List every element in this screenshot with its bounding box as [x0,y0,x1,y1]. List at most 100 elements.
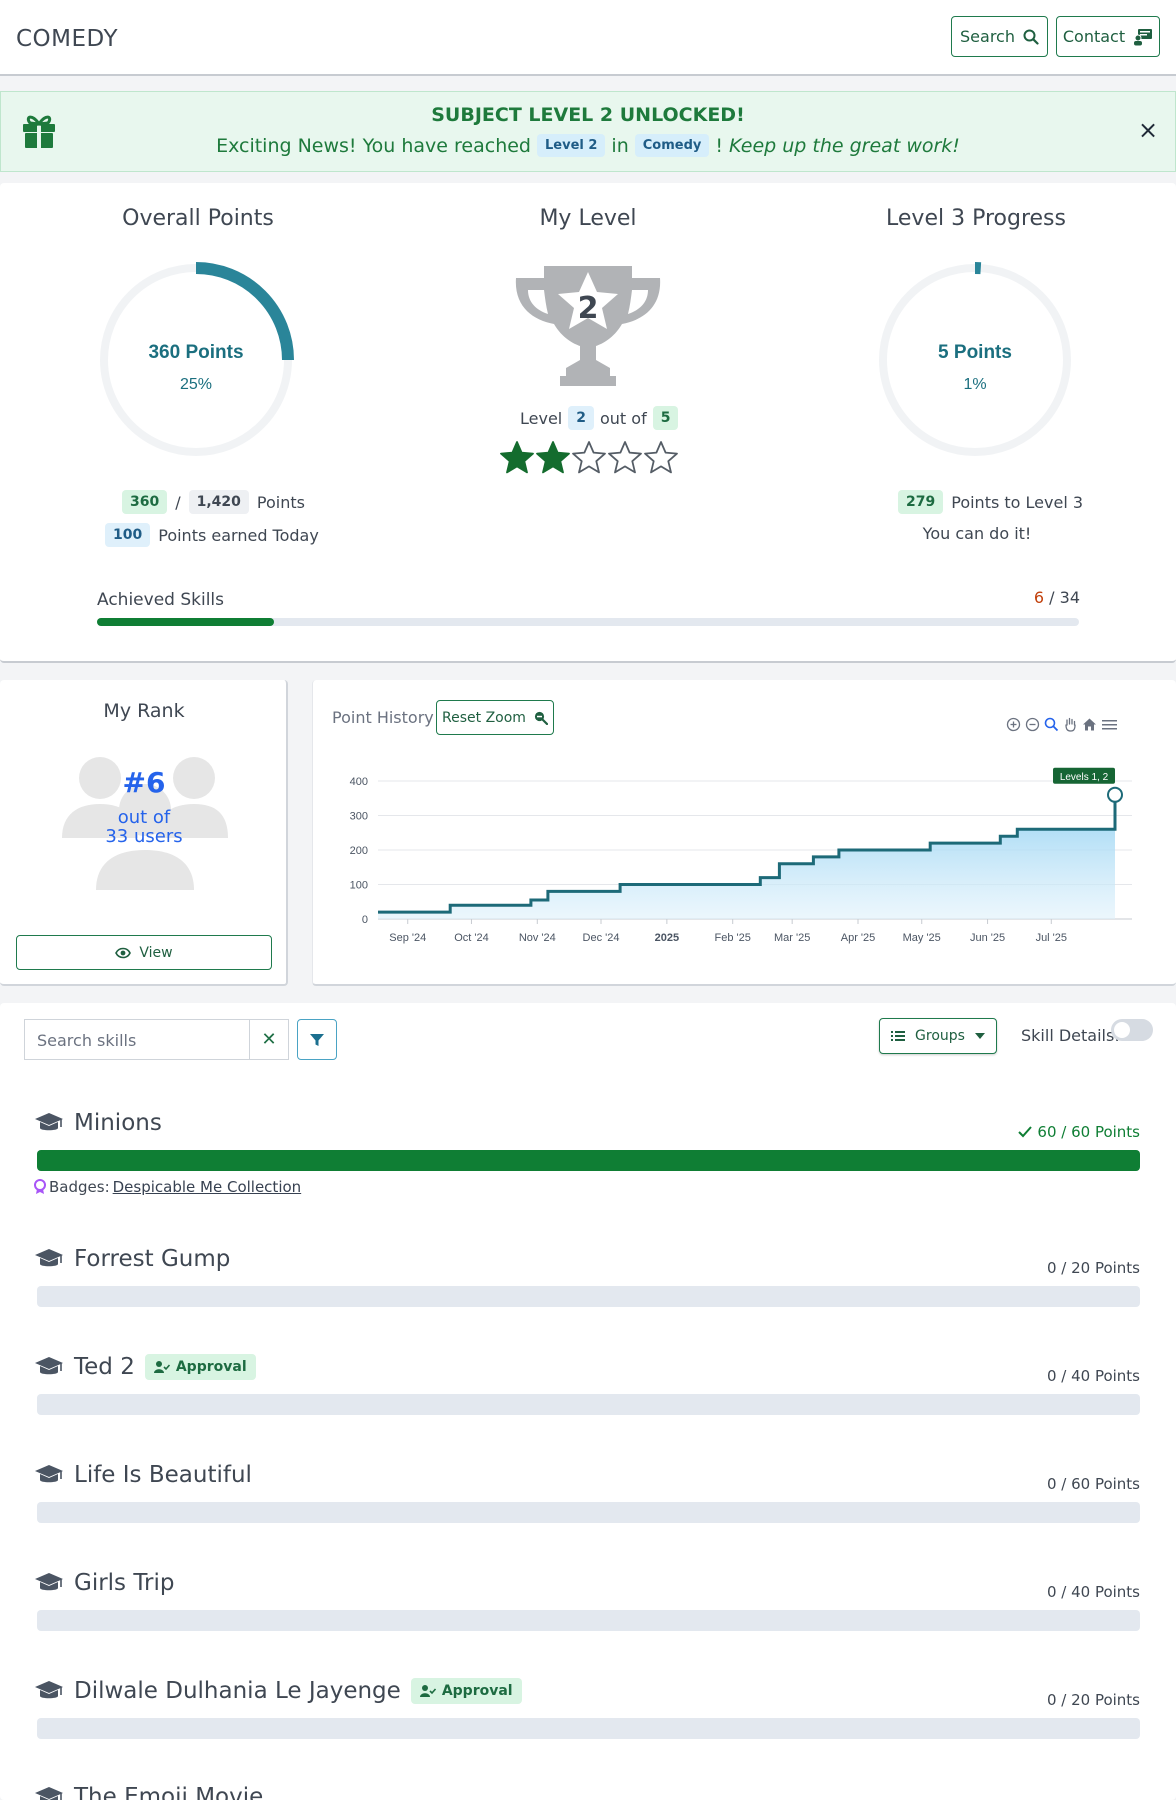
rank-out-of: out of 33 users [0,808,288,846]
graduation-cap-icon [34,1786,64,1800]
skill-details-toggle[interactable] [1111,1019,1153,1041]
achieved-skills-bar-fill [97,618,274,626]
skill-points-text: 0 / 60 Points [1046,1475,1140,1493]
skill-progress-bar [37,1394,1140,1415]
next-level-title: Level 3 Progress [886,206,1066,231]
point-history-chart[interactable]: 0 100 200 300 400 Sep '24 Oct '24 Nov '24 Dec '2… [330,755,1150,955]
x-tick-label: Oct '24 [454,932,489,944]
search-skills-input[interactable]: Search skills [24,1019,249,1060]
skill-points: 0 / 60 Points [1047,1475,1140,1493]
skill-name: Girls Trip [74,1570,175,1596]
max-level-badge: 5 [652,406,679,430]
x-tick-label: Feb '25 [715,932,751,944]
alert-title: SUBJECT LEVEL 2 UNLOCKED! [431,104,745,126]
overall-points-label: 360 Points 25% [98,342,294,394]
search-icon [1023,29,1039,45]
x-tick-label: Jun '25 [970,932,1005,944]
groups-label: Groups [915,1028,965,1044]
skill-title[interactable]: Girls Trip [34,1570,174,1596]
skill-progress-bar [37,1610,1140,1631]
badge-link[interactable]: Despicable Me Collection [113,1178,302,1196]
my-level-title: My Level [539,206,637,231]
skill-title[interactable]: Minions [34,1110,162,1136]
current-level-badge: 2 [568,406,594,430]
skill-title[interactable]: The Emoji Movie [34,1784,263,1800]
pan-hand-icon[interactable] [1063,717,1078,732]
graduation-cap-icon [34,1112,64,1134]
search-button[interactable]: Search [951,16,1048,57]
reset-zoom-button[interactable]: Reset Zoom [436,700,554,735]
contact-button-label: Contact [1062,27,1126,46]
graduation-cap-icon [34,1680,64,1702]
y-tick-label: 200 [350,845,368,857]
latest-point-marker[interactable] [1107,786,1124,803]
x-tick-label: Apr '25 [841,932,876,944]
reset-home-icon[interactable] [1082,717,1097,732]
skill-name: Minions [74,1110,162,1136]
star-empty-icon [643,440,679,474]
skill-points: 0 / 40 Points [1047,1367,1140,1385]
overall-points-totals: 360 / 1,420 Points [122,490,305,514]
remaining-points-label: Points to Level 3 [951,492,1084,512]
skill-points: 0 / 20 Points [1047,1691,1140,1709]
zoom-out-icon [534,711,548,725]
y-tick-label: 400 [350,776,368,788]
y-tick-label: 100 [350,880,368,892]
skill-name: Dilwale Dulhania Le Jayenge [74,1678,401,1704]
search-button-label: Search [960,27,1015,46]
rank-users-count: 33 [105,826,129,847]
point-history-title: Point History [332,708,434,727]
level-number-on-trophy: 2 [577,291,599,326]
filter-button[interactable] [297,1019,337,1060]
list-icon [891,1030,906,1042]
alert-close-button[interactable]: × [1138,118,1158,142]
skill-title[interactable]: Forrest Gump [34,1246,230,1272]
clear-search-button[interactable]: ✕ [249,1019,289,1060]
view-rank-button[interactable]: View [16,935,272,970]
star-empty-icon [607,440,643,474]
skill-points-text: 0 / 40 Points [1046,1367,1140,1385]
today-points-badge: 100 [105,523,151,547]
star-filled-icon [499,440,535,474]
skill-points: 0 / 40 Points [1047,1583,1140,1601]
view-rank-label: View [139,944,173,961]
level-out-of: Level 2 out of 5 [520,406,679,430]
approval-label: Approval [175,1359,247,1375]
skill-title[interactable]: Dilwale Dulhania Le Jayenge Approval [34,1678,522,1704]
next-level-percent: 1% [963,376,987,393]
skill-title[interactable]: Life Is Beautiful [34,1462,252,1488]
graduation-cap-icon [34,1572,64,1594]
star-empty-icon [571,440,607,474]
skill-progress-fill [37,1150,1140,1171]
award-icon [34,1179,46,1195]
groups-dropdown[interactable]: Groups [879,1018,997,1054]
zoom-in-icon[interactable] [1006,717,1021,732]
contact-button[interactable]: Contact [1056,16,1160,57]
skill-points: 60 / 60 Points [1018,1123,1140,1141]
total-points-badge: 1,420 [188,490,249,514]
alert-message: Exciting News! You have reached Level 2 … [0,134,1176,157]
x-tick-label: 2025 [655,932,679,944]
selection-zoom-icon[interactable] [1044,717,1059,732]
x-tick-label: May '25 [903,932,941,944]
approval-badge: Approval [410,1678,522,1704]
achieved-skills-sep: / [1049,588,1055,607]
chart-toolbar [1006,717,1118,732]
alert-subject-chip: Comedy [634,134,710,157]
alert-text-italic: Keep up the great work! [729,134,960,157]
x-tick-label: Sep '24 [389,932,426,944]
check-icon [1018,1126,1033,1138]
skill-title[interactable]: Ted 2 Approval [34,1354,256,1380]
zoom-out-chart-icon[interactable] [1025,717,1040,732]
x-tick-label: Jul '25 [1036,932,1067,944]
contact-icon [1133,28,1153,46]
graduation-cap-icon [34,1464,64,1486]
user-check-icon [153,1361,170,1373]
subject-title: COMEDY [16,26,119,52]
chart-menu-icon[interactable] [1101,717,1118,732]
remaining-points-badge: 279 [898,490,944,514]
x-tick-label: Dec '24 [583,932,620,944]
skill-name: Ted 2 [74,1354,135,1380]
skill-points: 0 / 20 Points [1047,1259,1140,1277]
achieved-skills-done: 6 [1033,588,1045,607]
